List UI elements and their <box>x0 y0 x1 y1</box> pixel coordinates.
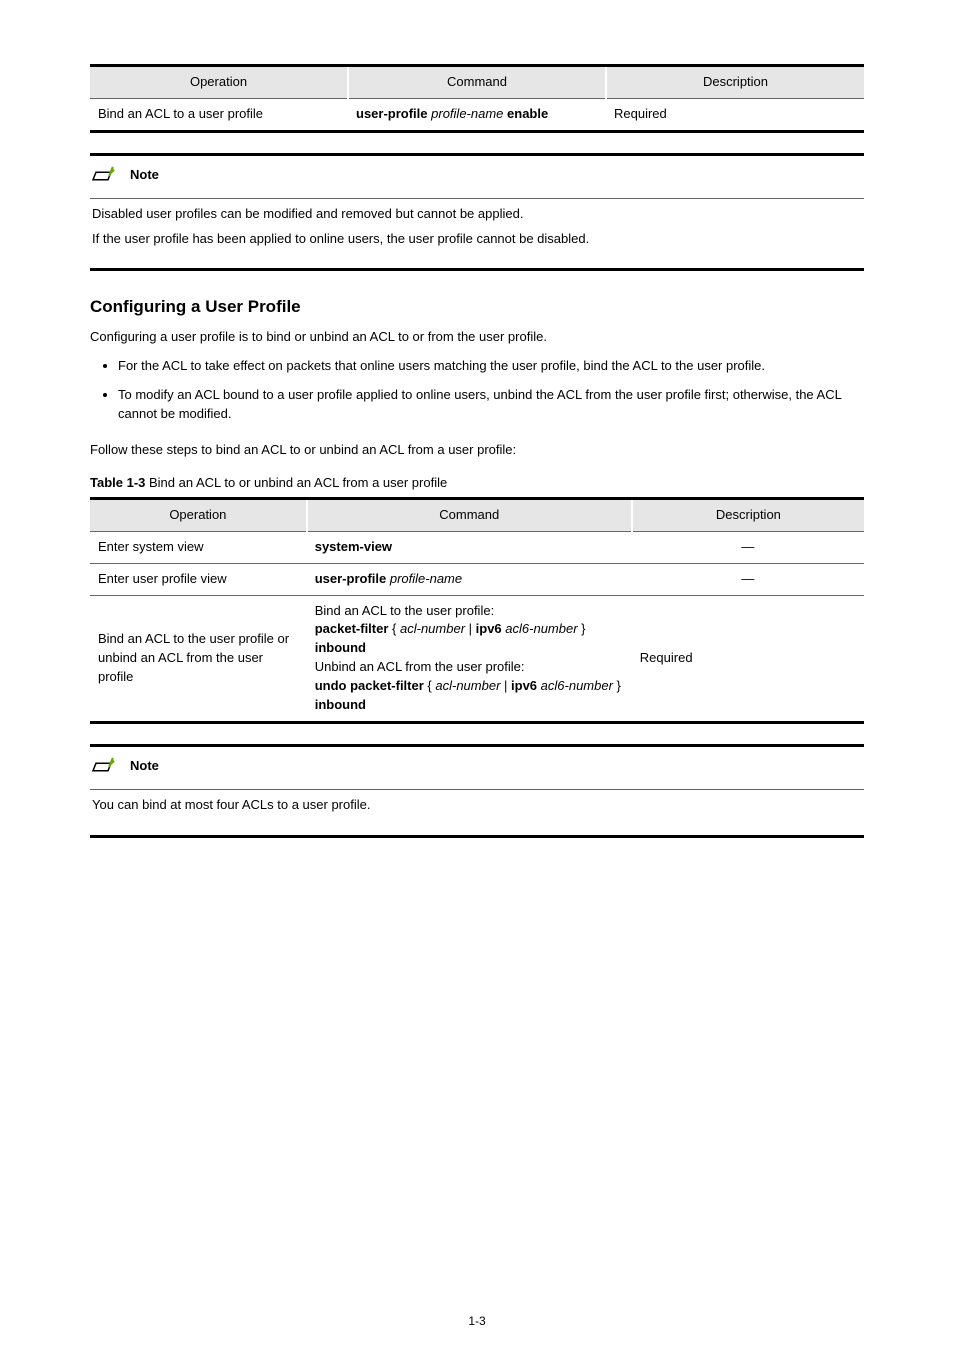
col-description: Description <box>606 66 864 99</box>
note-block: Note You can bind at most four ACLs to a… <box>90 744 864 838</box>
divider <box>90 789 864 790</box>
section-bullets: For the ACL to take effect on packets th… <box>118 357 864 424</box>
table-enable-user-profile: Operation Command Description Bind an AC… <box>90 64 864 133</box>
cell-operation: Enter system view <box>90 531 307 563</box>
col-operation: Operation <box>90 499 307 532</box>
table-header-row: Operation Command Description <box>90 499 864 532</box>
table-row: Enter system view system-view — <box>90 531 864 563</box>
note-block: Note Disabled user profiles can be modif… <box>90 153 864 272</box>
section-title: Configuring a User Profile <box>90 295 864 320</box>
cell-operation: Bind an ACL to the user profile or unbin… <box>90 595 307 722</box>
cell-operation: Bind an ACL to a user profile <box>90 98 348 131</box>
table-header-row: Operation Command Description <box>90 66 864 99</box>
divider <box>90 198 864 199</box>
table-row: Bind an ACL to the user profile or unbin… <box>90 595 864 722</box>
list-item: For the ACL to take effect on packets th… <box>118 357 864 376</box>
note-icon <box>90 755 120 779</box>
note-line: Disabled user profiles can be modified a… <box>92 205 864 224</box>
note-line: You can bind at most four ACLs to a user… <box>92 796 864 815</box>
cell-command: user-profile profile-name enable <box>348 98 606 131</box>
cell-description: Required <box>632 595 864 722</box>
note-header: Note <box>90 164 864 188</box>
note-body: You can bind at most four ACLs to a user… <box>90 796 864 815</box>
cell-command: system-view <box>307 531 632 563</box>
section-para: Follow these steps to bind an ACL to or … <box>90 441 864 460</box>
table-row: Bind an ACL to a user profile user-profi… <box>90 98 864 131</box>
cell-operation: Enter user profile view <box>90 563 307 595</box>
table-row: Enter user profile view user-profile pro… <box>90 563 864 595</box>
note-icon <box>90 164 120 188</box>
col-command: Command <box>348 66 606 99</box>
note-label: Note <box>130 757 159 776</box>
note-header: Note <box>90 755 864 779</box>
col-command: Command <box>307 499 632 532</box>
table-bind-unbind-acl: Operation Command Description Enter syst… <box>90 497 864 724</box>
note-line: If the user profile has been applied to … <box>92 230 864 249</box>
col-description: Description <box>632 499 864 532</box>
note-label: Note <box>130 166 159 185</box>
document-page: Operation Command Description Bind an AC… <box>0 0 954 1350</box>
page-number: 1-3 <box>0 1313 954 1330</box>
cell-description: Required <box>606 98 864 131</box>
cell-command: user-profile profile-name <box>307 563 632 595</box>
col-operation: Operation <box>90 66 348 99</box>
cell-command: Bind an ACL to the user profile:packet-f… <box>307 595 632 722</box>
cell-description: — <box>632 563 864 595</box>
cell-description: — <box>632 531 864 563</box>
list-item: To modify an ACL bound to a user profile… <box>118 386 864 424</box>
note-body: Disabled user profiles can be modified a… <box>90 205 864 249</box>
table-caption: Table 1-3 Bind an ACL to or unbind an AC… <box>90 474 864 493</box>
section-intro: Configuring a user profile is to bind or… <box>90 328 864 347</box>
